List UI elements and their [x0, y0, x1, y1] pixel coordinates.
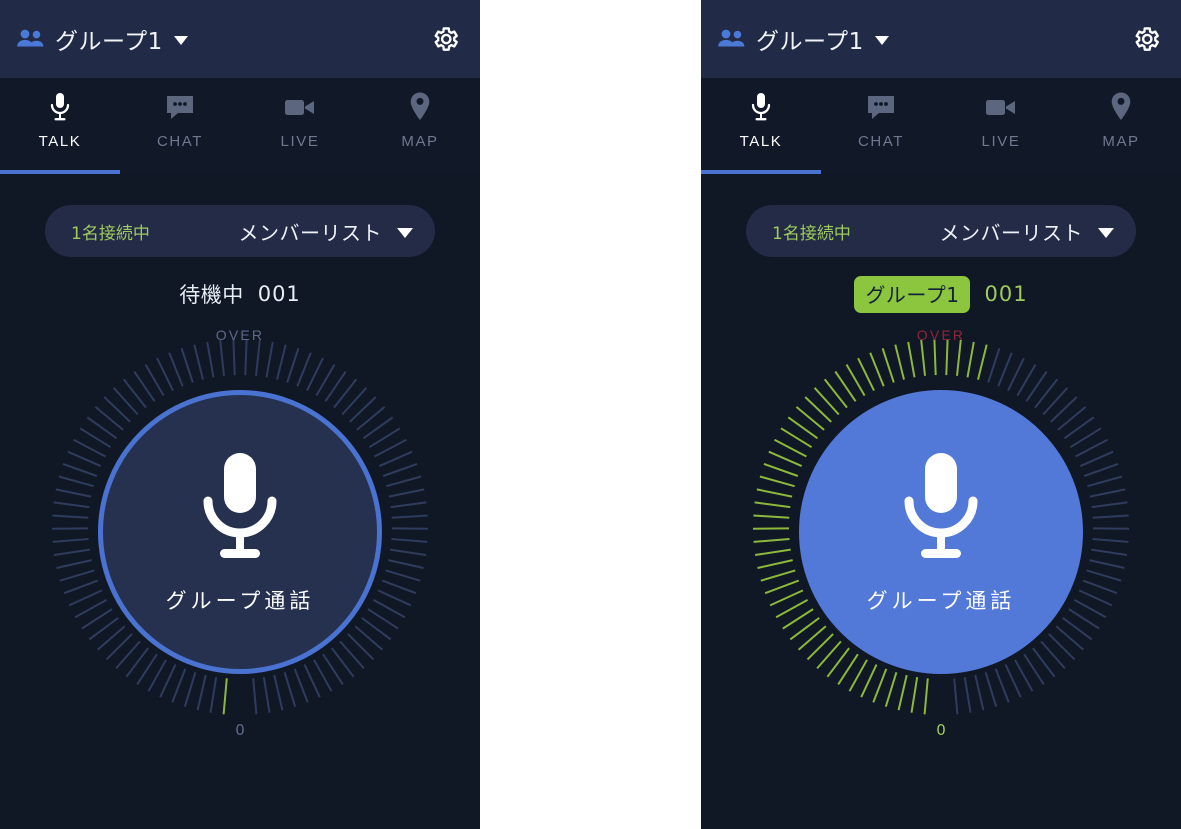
member-list-chip[interactable]: 1名接続中 メンバーリスト: [45, 205, 435, 257]
member-id: 001: [984, 282, 1028, 306]
tab-map-label: MAP: [1102, 133, 1140, 150]
ptt-label: グループ通話: [165, 589, 315, 613]
gear-icon[interactable]: [1131, 24, 1161, 54]
member-id: 001: [257, 282, 301, 306]
chevron-down-icon: [874, 36, 889, 45]
microphone-icon: [47, 90, 73, 124]
status-text: 待機中: [179, 283, 244, 307]
app-bar: グループ1: [701, 0, 1181, 78]
gear-icon[interactable]: [430, 24, 460, 54]
push-to-talk-button[interactable]: グループ通話: [799, 390, 1083, 674]
ptt-label: グループ通話: [866, 589, 1016, 613]
connected-count-label: 1名接続中: [772, 223, 851, 244]
chevron-down-icon: [1098, 227, 1114, 238]
group-selector[interactable]: グループ1: [717, 22, 889, 56]
video-camera-icon: [985, 90, 1017, 124]
group-name-label: グループ1: [756, 29, 864, 55]
screenshot-stage: グループ1 TALK CHAT LIVE MAP 1名接続中 メンバーリスト 待…: [0, 0, 1181, 829]
tab-chat-label: CHAT: [857, 133, 905, 150]
tab-map[interactable]: MAP: [360, 78, 480, 174]
chevron-down-icon: [173, 36, 188, 45]
tab-talk-label: TALK: [38, 133, 82, 150]
member-chip-wrap: 1名接続中 メンバーリスト: [701, 174, 1181, 257]
over-label: OVER: [916, 327, 966, 343]
active-tab-indicator: [0, 170, 120, 174]
tab-talk[interactable]: TALK: [701, 78, 821, 174]
map-pin-icon: [1109, 90, 1133, 124]
member-list-label: メンバーリスト: [238, 220, 382, 245]
chat-bubble-icon: [866, 90, 896, 124]
status-line-left: 待機中 001: [0, 277, 480, 311]
status-line-right: グループ1 001: [701, 275, 1181, 313]
tab-map-label: MAP: [401, 133, 439, 150]
tab-talk[interactable]: TALK: [0, 78, 120, 174]
ptt-dial-area-idle: OVER 0 グループ通話: [0, 317, 480, 747]
app-screen-idle: グループ1 TALK CHAT LIVE MAP 1名接続中 メンバーリスト 待…: [0, 0, 480, 829]
tab-live-label: LIVE: [280, 133, 320, 150]
people-icon: [718, 29, 745, 47]
microphone-icon: [748, 90, 774, 124]
member-chip-wrap: 1名接続中 メンバーリスト: [0, 174, 480, 257]
tab-talk-label: TALK: [739, 133, 783, 150]
tab-live[interactable]: LIVE: [941, 78, 1061, 174]
tab-chat[interactable]: CHAT: [120, 78, 240, 174]
group-name-label: グループ1: [55, 29, 163, 55]
map-pin-icon: [408, 90, 432, 124]
push-to-talk-button[interactable]: グループ通話: [98, 390, 382, 674]
chevron-down-icon: [397, 227, 413, 238]
people-icon: [17, 29, 44, 47]
tab-chat-label: CHAT: [156, 133, 204, 150]
tab-live-label: LIVE: [981, 133, 1021, 150]
main-tab-bar: TALK CHAT LIVE MAP: [0, 78, 480, 174]
zero-label: 0: [936, 721, 946, 739]
active-tab-indicator: [701, 170, 821, 174]
app-bar: グループ1: [0, 0, 480, 78]
chat-bubble-icon: [165, 90, 195, 124]
member-list-label: メンバーリスト: [939, 220, 1083, 245]
tab-map[interactable]: MAP: [1061, 78, 1181, 174]
app-screen-talking: グループ1 TALK CHAT LIVE MAP 1名接続中 メンバーリスト グ…: [701, 0, 1181, 829]
ptt-dial-area-active: OVER 0 グループ通話: [701, 317, 1181, 747]
main-tab-bar: TALK CHAT LIVE MAP: [701, 78, 1181, 174]
video-camera-icon: [284, 90, 316, 124]
zero-label: 0: [235, 721, 245, 739]
microphone-icon: [904, 453, 978, 558]
connected-count-label: 1名接続中: [71, 223, 150, 244]
tab-live[interactable]: LIVE: [240, 78, 360, 174]
over-label: OVER: [215, 327, 265, 343]
member-list-chip[interactable]: 1名接続中 メンバーリスト: [746, 205, 1136, 257]
microphone-icon: [203, 453, 277, 558]
status-badge: グループ1: [854, 275, 971, 313]
tab-chat[interactable]: CHAT: [821, 78, 941, 174]
group-selector[interactable]: グループ1: [16, 22, 188, 56]
